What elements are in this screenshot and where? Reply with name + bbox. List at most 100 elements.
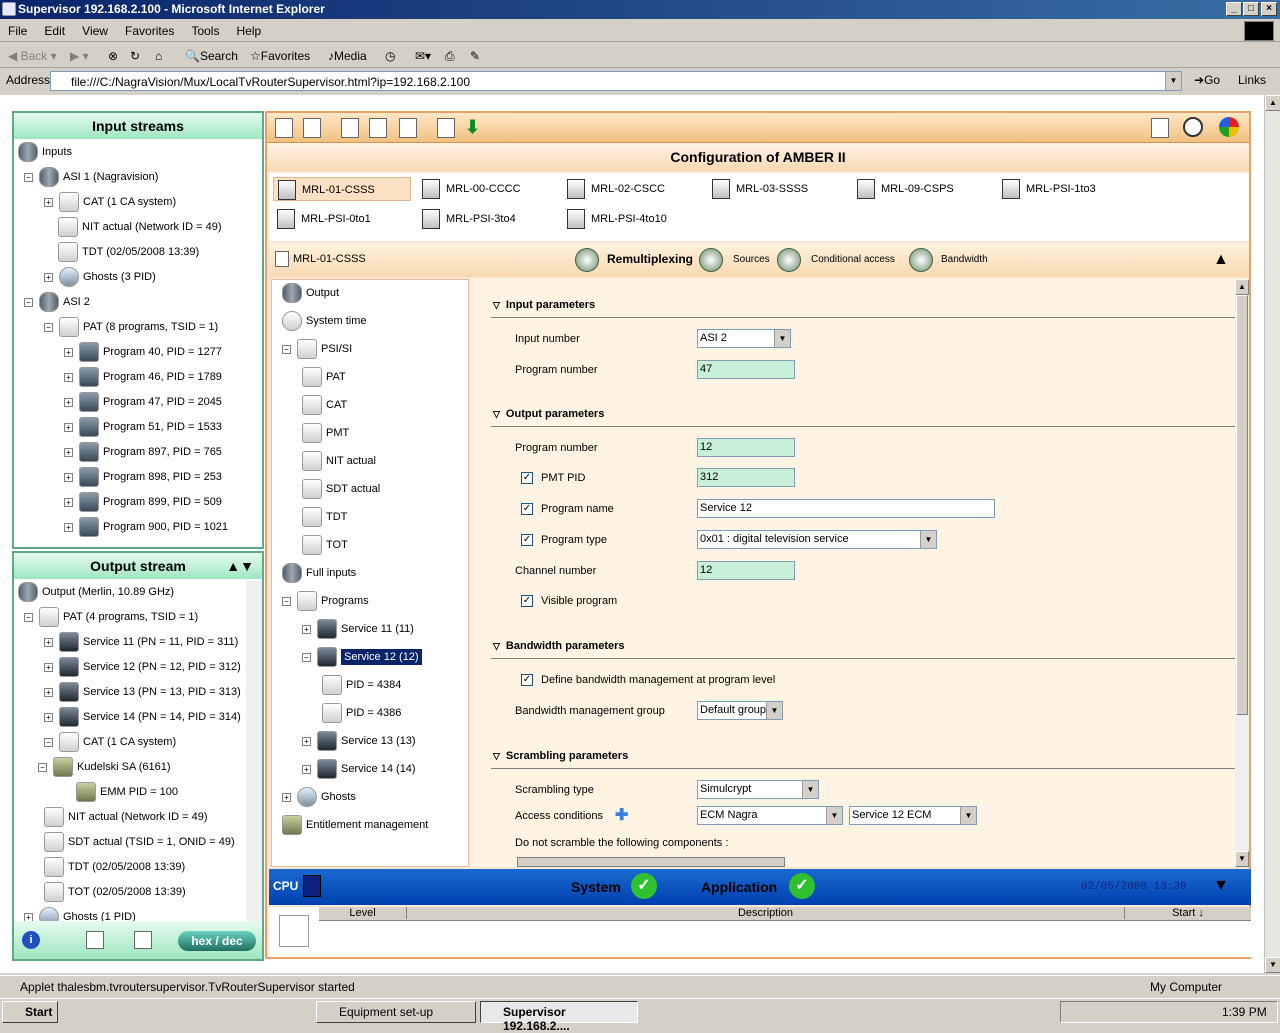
- expand-toggle-icon[interactable]: −: [44, 322, 53, 332]
- expand-toggle-icon[interactable]: +: [44, 687, 53, 697]
- clock-icon[interactable]: [1183, 117, 1203, 137]
- tree-item[interactable]: + Program 900, PID = 1021: [64, 516, 228, 538]
- tree-item[interactable]: + Service 11 (PN = 11, PID = 311): [44, 631, 238, 653]
- expand-toggle-icon[interactable]: +: [64, 522, 73, 532]
- search-button[interactable]: 🔍Search: [185, 49, 238, 63]
- mrl-item[interactable]: MRL-PSI-4to10: [563, 207, 701, 231]
- nav-item[interactable]: Entitlement management: [282, 814, 428, 836]
- nav-item[interactable]: + Service 14 (14): [302, 758, 416, 780]
- tree-item[interactable]: − CAT (1 CA system): [44, 731, 176, 753]
- mail-icon[interactable]: ✉▾: [415, 49, 431, 63]
- nav-item[interactable]: NIT actual: [302, 450, 376, 472]
- forward-button[interactable]: ▶ ▾: [70, 49, 89, 63]
- output-parameters-section[interactable]: ▽ Output parameters: [493, 408, 604, 420]
- nav-item[interactable]: TDT: [302, 506, 347, 528]
- page-icon[interactable]: [341, 118, 359, 138]
- program-type-checkbox[interactable]: ✓: [521, 534, 533, 546]
- tree-item[interactable]: Inputs: [18, 141, 72, 163]
- bandwidth-group-select[interactable]: Default group ▼: [697, 701, 783, 720]
- menu-favorites[interactable]: Favorites: [117, 20, 180, 38]
- tree-item[interactable]: Output (Merlin, 10.89 GHz): [18, 581, 174, 603]
- new-document-icon[interactable]: [275, 118, 293, 138]
- scrambling-type-select[interactable]: Simulcrypt ▼: [697, 780, 819, 799]
- tree-item[interactable]: + Program 51, PID = 1533: [64, 416, 222, 438]
- tree-item[interactable]: + Program 46, PID = 1789: [64, 366, 222, 388]
- expand-toggle-icon[interactable]: +: [64, 397, 73, 407]
- tree-item[interactable]: + Program 897, PID = 765: [64, 441, 222, 463]
- expand-toggle-icon[interactable]: +: [64, 422, 73, 432]
- expand-toggle-icon[interactable]: +: [64, 497, 73, 507]
- nav-item[interactable]: − Service 12 (12): [302, 646, 422, 668]
- ecm-select[interactable]: ECM Nagra ▼: [697, 806, 843, 825]
- expand-log-icon[interactable]: ▼: [1213, 877, 1229, 895]
- define-bandwidth-checkbox[interactable]: ✓: [521, 674, 533, 686]
- expand-toggle-icon[interactable]: +: [44, 712, 53, 722]
- program-type-select[interactable]: 0x01 : digital television service ▼: [697, 530, 937, 549]
- tree-item[interactable]: − PAT (4 programs, TSID = 1): [24, 606, 198, 628]
- mrl-item[interactable]: MRL-03-SSSS: [708, 177, 846, 201]
- expand-toggle-icon[interactable]: +: [44, 637, 53, 647]
- tree-item[interactable]: SDT actual (TSID = 1, ONID = 49): [44, 831, 235, 853]
- tree-item[interactable]: TDT (02/05/2008 13:39): [58, 241, 199, 263]
- mrl-item[interactable]: MRL-PSI-3to4: [418, 207, 556, 231]
- tree-item[interactable]: NIT actual (Network ID = 49): [58, 216, 221, 238]
- tab-conditional-access[interactable]: Conditional access: [811, 254, 895, 265]
- tree-item[interactable]: − ASI 2: [24, 291, 90, 313]
- tree-item[interactable]: + Ghosts (3 PID): [44, 266, 156, 288]
- channel-number-field[interactable]: 12: [697, 561, 795, 580]
- expand-toggle-icon[interactable]: +: [64, 347, 73, 357]
- expand-toggle-icon[interactable]: +: [44, 197, 53, 207]
- edit-config-icon[interactable]: [437, 118, 455, 138]
- program-name-field[interactable]: Service 12: [697, 499, 995, 518]
- tree-item[interactable]: − Kudelski SA (6161): [38, 756, 171, 778]
- tree-item[interactable]: + Program 899, PID = 509: [64, 491, 222, 513]
- nav-item[interactable]: SDT actual: [302, 478, 380, 500]
- conditional-access-icon[interactable]: [777, 248, 801, 272]
- save-document-icon[interactable]: [303, 118, 321, 138]
- sources-icon[interactable]: [699, 248, 723, 272]
- expand-toggle-icon[interactable]: −: [302, 652, 311, 662]
- stop-icon[interactable]: ⊗: [108, 49, 118, 63]
- edit-icon[interactable]: ✎: [470, 49, 480, 63]
- edit-doc-icon[interactable]: [134, 931, 152, 949]
- up-down-arrows-icon[interactable]: ▲▼: [226, 553, 254, 579]
- expand-toggle-icon[interactable]: −: [282, 344, 291, 354]
- tree-item[interactable]: + Service 12 (PN = 12, PID = 312): [44, 656, 241, 678]
- go-button[interactable]: ➜Go: [1194, 73, 1220, 87]
- tree-item[interactable]: TOT (02/05/2008 13:39): [44, 881, 186, 903]
- back-button[interactable]: ◀ Back ▾: [8, 49, 57, 63]
- mrl-item[interactable]: MRL-01-CSSS: [273, 177, 411, 201]
- menu-tools[interactable]: Tools: [183, 20, 225, 38]
- mrl-item[interactable]: MRL-00-CCCC: [418, 177, 556, 201]
- scroll-up-icon[interactable]: ▲: [1235, 279, 1249, 295]
- mrl-item[interactable]: MRL-PSI-1to3: [998, 177, 1136, 201]
- expand-toggle-icon[interactable]: +: [64, 447, 73, 457]
- expand-toggle-icon[interactable]: −: [24, 172, 33, 182]
- expand-toggle-icon[interactable]: −: [44, 737, 53, 747]
- nav-item[interactable]: System time: [282, 310, 367, 332]
- pmt-pid-field[interactable]: 312: [697, 468, 795, 487]
- mrl-item[interactable]: MRL-PSI-0to1: [273, 207, 411, 231]
- expand-toggle-icon[interactable]: +: [44, 662, 53, 672]
- log-col-start[interactable]: Start ↓: [1125, 907, 1251, 919]
- nav-item[interactable]: CAT: [302, 394, 347, 416]
- download-icon[interactable]: ⬇: [465, 117, 480, 138]
- pmt-pid-checkbox[interactable]: ✓: [521, 472, 533, 484]
- start-button[interactable]: Start: [2, 1001, 58, 1023]
- input-parameters-section[interactable]: ▽ Input parameters: [493, 299, 595, 311]
- page-scrollbar[interactable]: ▲ ▼: [1264, 95, 1280, 973]
- nav-item[interactable]: PMT: [302, 422, 349, 444]
- log-col-level[interactable]: Level: [319, 907, 407, 919]
- task-equipment-setup[interactable]: Equipment set-up: [316, 1001, 476, 1023]
- history-icon[interactable]: ◷: [385, 49, 395, 63]
- tree-item[interactable]: NIT actual (Network ID = 49): [44, 806, 207, 828]
- nav-item[interactable]: PAT: [302, 366, 346, 388]
- visible-program-checkbox[interactable]: ✓: [521, 595, 533, 607]
- address-input[interactable]: file:///C:/NagraVision/Mux/LocalTvRouter…: [50, 71, 1182, 91]
- nav-item[interactable]: PID = 4386: [322, 702, 401, 724]
- expand-toggle-icon[interactable]: +: [44, 272, 53, 282]
- program-name-checkbox[interactable]: ✓: [521, 503, 533, 515]
- tree-item[interactable]: + Program 47, PID = 2045: [64, 391, 222, 413]
- mrl-item[interactable]: MRL-02-CSCC: [563, 177, 701, 201]
- remultiplexing-icon[interactable]: [575, 248, 599, 272]
